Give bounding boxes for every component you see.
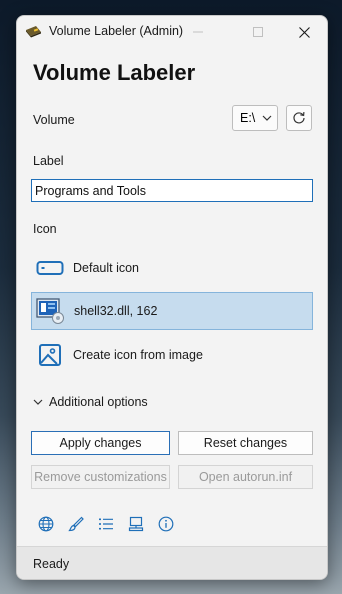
computer-icon — [128, 516, 144, 532]
brush-icon — [68, 516, 84, 532]
about-button[interactable] — [151, 513, 181, 535]
icon-option-label: Create icon from image — [73, 348, 203, 362]
globe-icon — [38, 516, 54, 532]
title-bar[interactable]: Volume Labeler (Admin) — [17, 16, 327, 48]
maximize-icon — [253, 27, 263, 37]
icon-option-create-from-image[interactable]: Create icon from image — [31, 336, 313, 374]
list-button[interactable] — [91, 513, 121, 535]
apply-changes-button[interactable]: Apply changes — [31, 431, 170, 455]
drive-icon — [25, 25, 42, 38]
chevron-down-icon — [262, 115, 272, 121]
language-button[interactable] — [31, 513, 61, 535]
label-heading: Label — [33, 154, 64, 168]
label-input[interactable] — [31, 179, 313, 202]
icon-option-shell32[interactable]: shell32.dll, 162 — [31, 292, 313, 330]
icon-option-label: Default icon — [73, 261, 140, 275]
status-text: Ready — [33, 557, 70, 571]
list-icon — [99, 518, 113, 530]
window-title: Volume Labeler (Admin) — [49, 24, 184, 38]
refresh-icon — [293, 112, 305, 124]
minimize-button[interactable] — [175, 16, 221, 48]
shell32-icon — [36, 297, 66, 325]
maximize-button[interactable] — [235, 16, 281, 48]
info-icon — [158, 516, 174, 532]
volume-dropdown[interactable]: E:\ — [232, 105, 278, 131]
additional-options-toggle[interactable]: Additional options — [33, 395, 148, 409]
remove-customizations-button[interactable]: Remove customizations — [31, 465, 170, 489]
icon-option-label: shell32.dll, 162 — [74, 304, 158, 318]
page-title: Volume Labeler — [33, 60, 196, 85]
image-icon — [35, 341, 65, 369]
status-bar: Ready — [17, 546, 327, 579]
drive-icon — [35, 254, 65, 282]
minimize-icon — [193, 31, 203, 33]
bottom-toolbar — [31, 513, 181, 535]
chevron-down-icon — [33, 399, 43, 405]
close-button[interactable] — [281, 16, 327, 48]
open-autorun-button[interactable]: Open autorun.inf — [178, 465, 313, 489]
icon-option-default[interactable]: Default icon — [31, 249, 313, 287]
app-window: Volume Labeler (Admin) Volume Labeler Vo… — [16, 15, 328, 580]
close-icon — [298, 26, 310, 38]
volume-selected-value: E:\ — [240, 111, 256, 125]
reset-changes-button[interactable]: Reset changes — [178, 431, 313, 455]
icon-heading: Icon — [33, 222, 57, 236]
additional-options-label: Additional options — [49, 395, 148, 409]
theme-button[interactable] — [61, 513, 91, 535]
volume-label: Volume — [33, 113, 75, 127]
refresh-button[interactable] — [286, 105, 312, 131]
computer-button[interactable] — [121, 513, 151, 535]
